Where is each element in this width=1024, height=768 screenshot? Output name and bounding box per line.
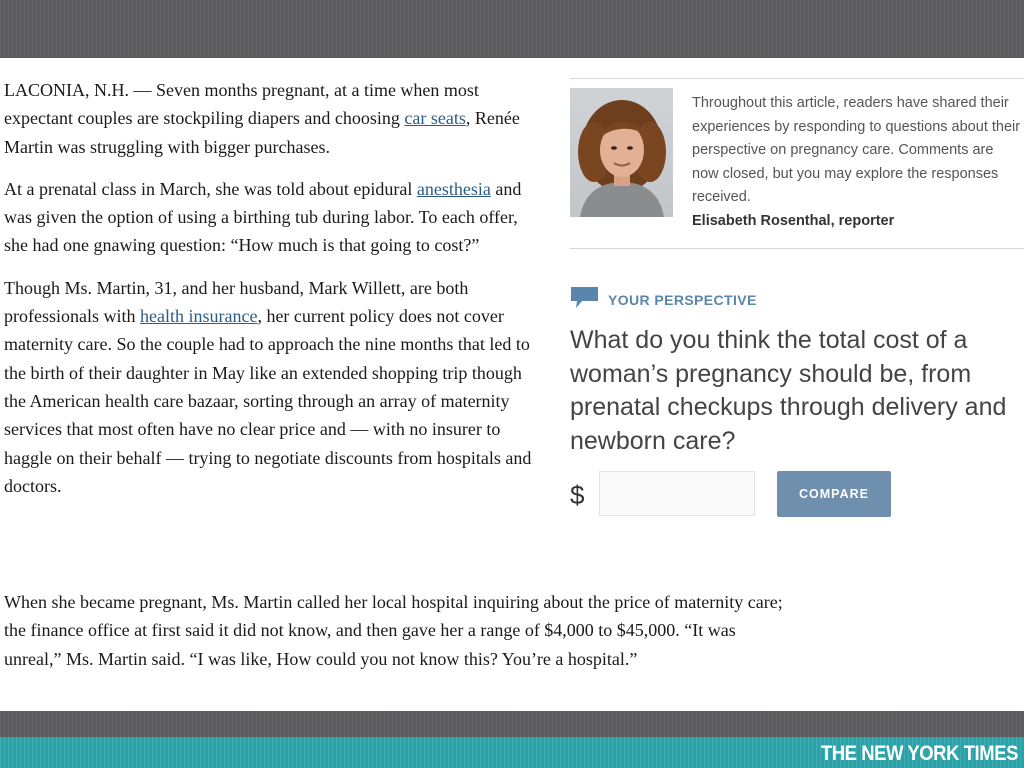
article-paragraph: LACONIA, N.H. — Seven months pregnant, a…: [4, 76, 539, 161]
sidebar-note-text: Throughout this article, readers have sh…: [692, 95, 1021, 205]
cost-estimate-input[interactable]: [599, 471, 755, 516]
sidebar-divider: [570, 248, 1024, 249]
article-body: LACONIA, N.H. — Seven months pregnant, a…: [4, 76, 539, 514]
footer-brand: THE NEW YORK TIMES: [820, 742, 1019, 765]
perspective-question: What do you think the total cost of a wo…: [570, 326, 1007, 455]
bottom-band: [0, 711, 1024, 737]
footer-bar: THE NEW YORK TIMES: [0, 737, 1024, 768]
car-seats-link[interactable]: car seats: [404, 108, 465, 128]
sidebar-divider: [570, 78, 1024, 79]
perspective-label: YOUR PERSPECTIVE: [608, 292, 757, 308]
sidebar-note: Throughout this article, readers have sh…: [692, 92, 1022, 233]
speech-bubble-icon: [570, 286, 599, 315]
anesthesia-link[interactable]: anesthesia: [417, 179, 491, 199]
paragraph-text: At a prenatal class in March, she was to…: [4, 178, 417, 199]
perspective-header: YOUR PERSPECTIVE: [570, 286, 757, 315]
currency-symbol: $: [570, 480, 585, 510]
article-paragraph: Though Ms. Martin, 31, and her husband, …: [4, 274, 539, 500]
health-insurance-link[interactable]: health insurance: [140, 306, 257, 326]
reporter-photo: [570, 88, 673, 217]
compare-button[interactable]: COMPARE: [777, 471, 891, 517]
paragraph-text: , her current policy does not cover mate…: [4, 306, 532, 496]
article-paragraph: When she became pregnant, Ms. Martin cal…: [4, 592, 783, 669]
reporter-portrait-graphic: [578, 100, 666, 217]
article-paragraph: At a prenatal class in March, she was to…: [4, 175, 539, 260]
reporter-credit: Elisabeth Rosenthal, reporter: [692, 212, 895, 229]
top-band: [0, 0, 1024, 58]
